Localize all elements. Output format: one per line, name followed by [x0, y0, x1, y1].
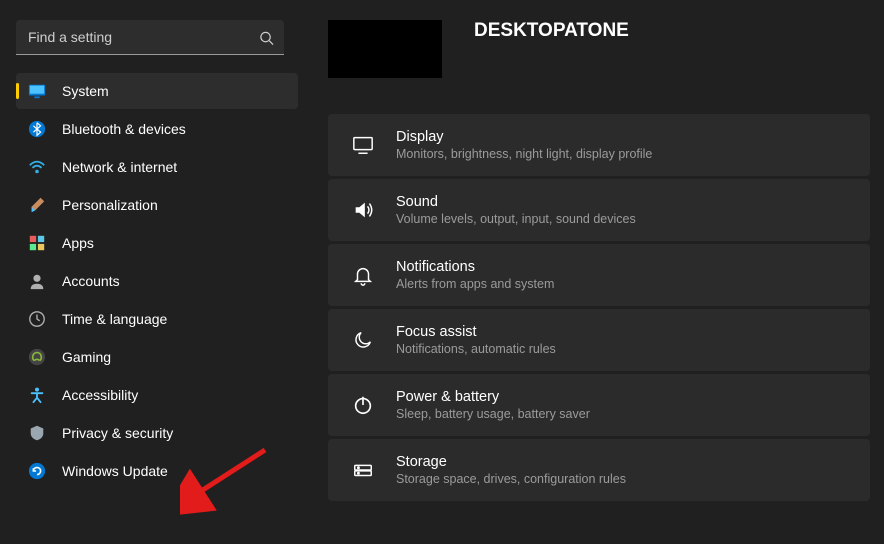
- card-power-battery[interactable]: Power & battery Sleep, battery usage, ba…: [328, 374, 870, 436]
- display-icon: [352, 134, 374, 156]
- card-title: Focus assist: [396, 324, 556, 340]
- shield-icon: [28, 424, 46, 442]
- card-subtitle: Storage space, drives, configuration rul…: [396, 472, 626, 486]
- bell-icon: [352, 264, 374, 286]
- card-focus-assist[interactable]: Focus assist Notifications, automatic ru…: [328, 309, 870, 371]
- card-title: Notifications: [396, 259, 554, 275]
- power-icon: [352, 394, 374, 416]
- main-pane: DESKTOPATONE Display Monitors, brightnes…: [310, 0, 884, 544]
- accessibility-icon: [28, 386, 46, 404]
- storage-icon: [352, 459, 374, 481]
- sidebar-item-label: Bluetooth & devices: [62, 121, 186, 137]
- sound-icon: [352, 199, 374, 221]
- card-title: Storage: [396, 454, 626, 470]
- card-notifications[interactable]: Notifications Alerts from apps and syste…: [328, 244, 870, 306]
- bluetooth-icon: [28, 120, 46, 138]
- sidebar-item-time-language[interactable]: Time & language: [16, 301, 298, 337]
- apps-icon: [28, 234, 46, 252]
- gaming-icon: [28, 348, 46, 366]
- sidebar-item-accessibility[interactable]: Accessibility: [16, 377, 298, 413]
- monitor-icon: [28, 82, 46, 100]
- sidebar-item-label: Accessibility: [62, 387, 138, 403]
- card-display[interactable]: Display Monitors, brightness, night ligh…: [328, 114, 870, 176]
- nav-list: System Bluetooth & devices Network & int…: [16, 73, 298, 489]
- sidebar-item-label: System: [62, 83, 109, 99]
- sidebar-item-label: Privacy & security: [62, 425, 173, 441]
- card-storage[interactable]: Storage Storage space, drives, configura…: [328, 439, 870, 501]
- clock-globe-icon: [28, 310, 46, 328]
- person-icon: [28, 272, 46, 290]
- moon-icon: [352, 329, 374, 351]
- card-subtitle: Notifications, automatic rules: [396, 342, 556, 356]
- sidebar-item-gaming[interactable]: Gaming: [16, 339, 298, 375]
- pc-name: DESKTOPATONE: [474, 20, 629, 78]
- sidebar-item-apps[interactable]: Apps: [16, 225, 298, 261]
- sidebar-item-label: Accounts: [62, 273, 120, 289]
- card-title: Sound: [396, 194, 636, 210]
- search-icon: [259, 30, 274, 45]
- search-field[interactable]: [16, 20, 284, 55]
- card-title: Power & battery: [396, 389, 590, 405]
- sidebar-item-privacy[interactable]: Privacy & security: [16, 415, 298, 451]
- card-subtitle: Alerts from apps and system: [396, 277, 554, 291]
- sidebar-item-label: Network & internet: [62, 159, 177, 175]
- sidebar-item-personalization[interactable]: Personalization: [16, 187, 298, 223]
- sidebar-item-bluetooth[interactable]: Bluetooth & devices: [16, 111, 298, 147]
- sidebar-item-label: Time & language: [62, 311, 167, 327]
- card-subtitle: Sleep, battery usage, battery saver: [396, 407, 590, 421]
- update-icon: [28, 462, 46, 480]
- card-title: Display: [396, 129, 652, 145]
- sidebar: System Bluetooth & devices Network & int…: [0, 0, 310, 544]
- settings-cards: Display Monitors, brightness, night ligh…: [328, 114, 870, 501]
- paintbrush-icon: [28, 196, 46, 214]
- sidebar-item-label: Apps: [62, 235, 94, 251]
- card-sound[interactable]: Sound Volume levels, output, input, soun…: [328, 179, 870, 241]
- sidebar-item-system[interactable]: System: [16, 73, 298, 109]
- card-subtitle: Monitors, brightness, night light, displ…: [396, 147, 652, 161]
- card-subtitle: Volume levels, output, input, sound devi…: [396, 212, 636, 226]
- sidebar-item-windows-update[interactable]: Windows Update: [16, 453, 298, 489]
- wifi-icon: [28, 158, 46, 176]
- sidebar-item-label: Personalization: [62, 197, 158, 213]
- header: DESKTOPATONE: [328, 20, 870, 78]
- sidebar-item-label: Windows Update: [62, 463, 168, 479]
- sidebar-item-label: Gaming: [62, 349, 111, 365]
- sidebar-item-network[interactable]: Network & internet: [16, 149, 298, 185]
- user-avatar: [328, 20, 442, 78]
- search-input[interactable]: [16, 20, 284, 55]
- sidebar-item-accounts[interactable]: Accounts: [16, 263, 298, 299]
